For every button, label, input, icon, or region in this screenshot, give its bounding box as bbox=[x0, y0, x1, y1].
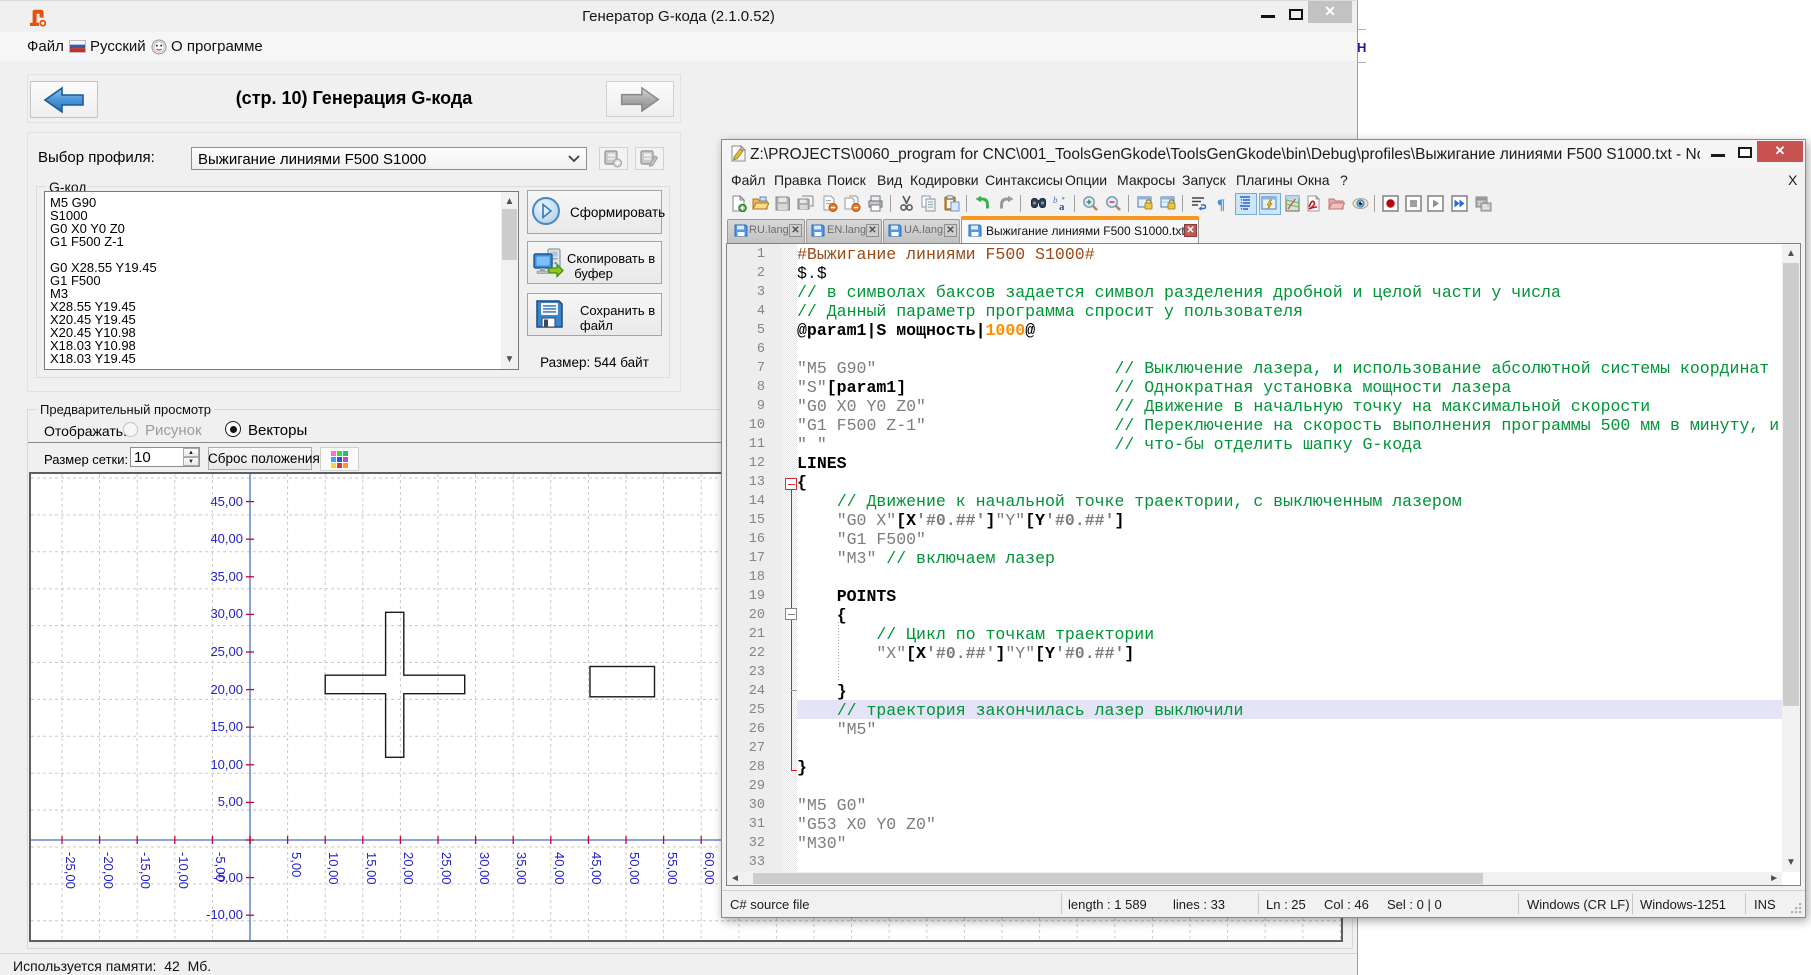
svg-text:b: b bbox=[1053, 195, 1058, 205]
svg-text:a: a bbox=[1059, 201, 1065, 212]
svg-text:¶: ¶ bbox=[1217, 197, 1225, 212]
